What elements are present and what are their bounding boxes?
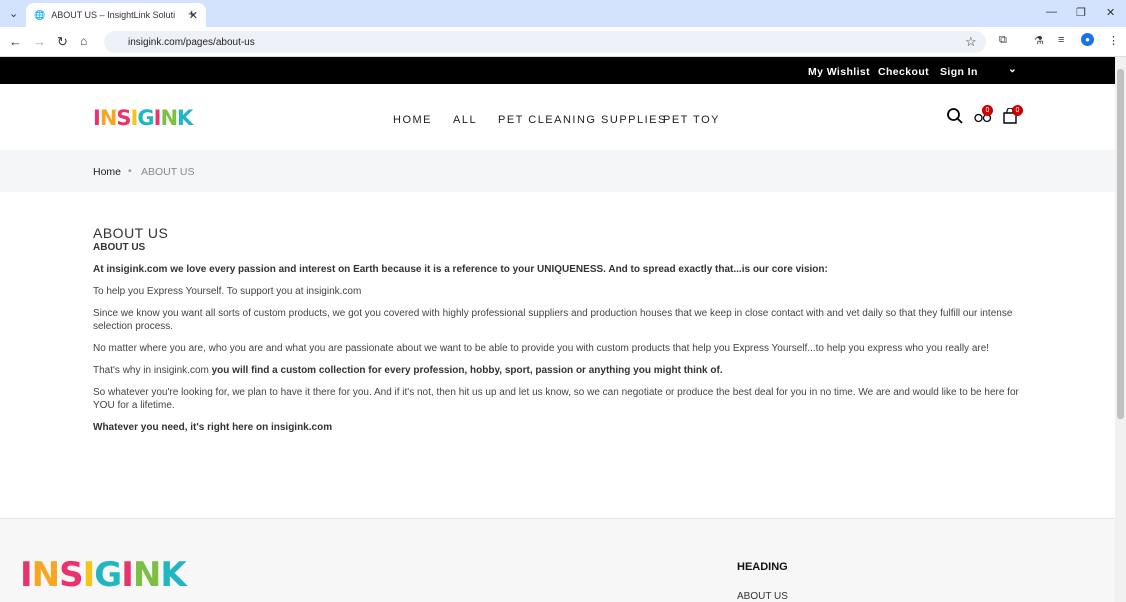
scrollbar-thumb[interactable] (1117, 69, 1124, 419)
profile-icon[interactable]: ● (1081, 33, 1094, 46)
search-icon[interactable] (946, 107, 964, 125)
signin-link[interactable]: Sign In (940, 66, 978, 78)
page-content: ABOUT US ABOUT US At insigink.com we lov… (93, 225, 1028, 443)
footer-about-link[interactable]: ABOUT US (737, 591, 788, 602)
forward-icon[interactable]: → (33, 34, 46, 49)
address-bar-row: ← → ↻ ⌂ insigink.com/pages/about-us ☆ ⧉ … (0, 27, 1126, 57)
nav-all[interactable]: ALL (453, 114, 477, 126)
url-input[interactable]: insigink.com/pages/about-us (104, 31, 986, 53)
paragraph-mission: To help you Express Yourself. To support… (93, 286, 362, 297)
breadcrumb-separator: • (128, 165, 132, 177)
extensions-icon[interactable]: ⧉ (999, 34, 1007, 47)
page-title: ABOUT US (93, 225, 169, 241)
browser-tab-bar: ⌄ 🌐 ABOUT US – InsightLink Soluti ✕ + — … (0, 0, 1126, 27)
globe-icon: 🌐 (34, 9, 46, 20)
footer-logo[interactable]: INSIGINK (20, 555, 187, 595)
bookmark-star-icon[interactable]: ☆ (965, 34, 977, 50)
reload-icon[interactable]: ↻ (57, 34, 68, 50)
site-footer: INSIGINK HEADING ABOUT US (0, 518, 1115, 602)
breadcrumb-home[interactable]: Home (93, 166, 121, 178)
nav-pet-toy[interactable]: PET TOY (663, 114, 720, 126)
restore-icon[interactable]: ❐ (1076, 6, 1086, 19)
wishlist-link[interactable]: My Wishlist (808, 66, 870, 78)
checkout-link[interactable]: Checkout (878, 66, 929, 78)
breadcrumb: Home • ABOUT US (0, 150, 1115, 192)
paragraph-collection: That's why in insigink.com you will find… (93, 365, 723, 376)
close-window-icon[interactable]: ✕ (1106, 6, 1115, 19)
tab-list-icon[interactable]: ⌄ (9, 7, 18, 20)
menu-icon[interactable]: ⋮ (1108, 34, 1119, 47)
cart-count-badge: 0 (1012, 105, 1023, 116)
paragraph-passion: No matter where you are, who you are and… (93, 343, 990, 354)
site-header: INSIGINK HOME ALL PET CLEANING SUPPLIES … (0, 84, 1115, 150)
scrollbar[interactable] (1115, 57, 1126, 602)
top-bar: My Wishlist Checkout Sign In ⌄ (0, 57, 1115, 84)
site-logo[interactable]: INSIGINK (93, 106, 193, 130)
nav-home[interactable]: HOME (393, 114, 432, 126)
back-icon[interactable]: ← (9, 34, 22, 49)
breadcrumb-current: ABOUT US (141, 166, 195, 178)
paragraph-suppliers: Since we know you want all sorts of cust… (93, 308, 1013, 332)
minimize-icon[interactable]: — (1046, 6, 1057, 18)
compare-count-badge: 0 (982, 105, 993, 116)
home-icon[interactable]: ⌂ (80, 34, 87, 48)
nav-pet-cleaning-supplies[interactable]: PET CLEANING SUPPLIES (498, 114, 667, 126)
chevron-down-icon[interactable]: ⌄ (1008, 63, 1017, 75)
page-subtitle: ABOUT US (93, 242, 146, 253)
paragraph-lifetime: So whatever you're looking for, we plan … (93, 387, 1019, 411)
paragraph-closing: Whatever you need, it's right here on in… (93, 422, 333, 433)
media-icon[interactable]: ≡ (1058, 34, 1064, 46)
labs-icon[interactable]: ⚗ (1034, 34, 1044, 47)
paragraph-intro: At insigink.com we love every passion an… (93, 264, 828, 275)
footer-heading: HEADING (737, 561, 788, 573)
new-tab-icon[interactable]: + (188, 6, 196, 21)
browser-tab[interactable]: 🌐 ABOUT US – InsightLink Soluti ✕ (26, 3, 206, 27)
